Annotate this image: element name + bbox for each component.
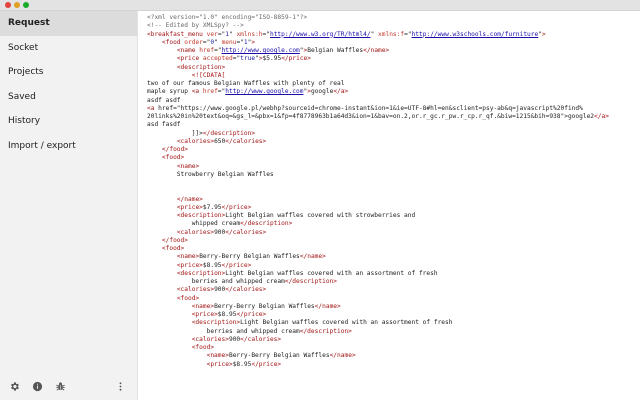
window-maximize-button[interactable]	[23, 2, 29, 8]
code-line: <food>	[161, 154, 185, 162]
code-line: <name>Berry-Berry Belgian Waffles</name>	[191, 302, 341, 310]
code-line: maple syrup <a href="http://www.google.c…	[147, 88, 349, 96]
code-line: </name>	[176, 195, 203, 203]
code-line: <a href="https://www.google.pl/webhp?sou…	[147, 104, 583, 112]
code-line: <name>	[176, 162, 200, 170]
code-line: <food>	[161, 245, 185, 252]
code-line: <price>$8.95</price>	[206, 360, 282, 368]
code-line: <name>Berry-Berry Belgian Waffles</name>	[206, 352, 356, 360]
bug-icon[interactable]	[55, 381, 66, 392]
code-line: <price accepted="true">$5.95</price>	[176, 55, 311, 63]
sidebar-footer	[0, 378, 138, 394]
sidebar-item-import-export[interactable]: Import / export	[0, 134, 137, 159]
sidebar-item-socket[interactable]: Socket	[0, 36, 137, 61]
code-line: <price>$7.95</price>	[176, 203, 252, 211]
code-line: </food>	[161, 146, 188, 153]
code-line: <![CDATA[	[191, 71, 226, 79]
code-line: asd fasdf	[147, 121, 181, 129]
code-line: <description>Light Belgian waffles cover…	[191, 319, 453, 327]
sidebar-item-history[interactable]: History	[0, 109, 137, 134]
gear-icon[interactable]	[9, 381, 20, 392]
code-line: berries and whipped cream</description>	[147, 327, 352, 335]
code-line: <price>$8.95</price>	[176, 261, 252, 269]
window-titlebar	[0, 0, 640, 11]
code-line: <breakfast_menu ver="1" xmlns:h="http://…	[147, 30, 546, 38]
code-line: <food>	[191, 344, 215, 351]
code-line: <price>$8.95</price>	[191, 311, 267, 318]
more-vertical-icon[interactable]	[115, 381, 126, 392]
sidebar-item-projects[interactable]: Projects	[0, 60, 137, 85]
code-line: whipped cream</description>	[147, 220, 293, 228]
sidebar-item-request[interactable]: Request	[0, 11, 137, 36]
code-line: <description>Light Belgian waffles cover…	[176, 212, 416, 219]
code-line: 20links%20in%20text&oq=&gs_l=&pbx=1&fp=4…	[147, 113, 609, 120]
code-line: <food>	[176, 294, 200, 302]
sidebar: Request Socket Projects Saved History Import …	[0, 11, 138, 400]
code-line: asdf asdf	[147, 96, 181, 104]
sidebar-item-saved[interactable]: Saved	[0, 85, 137, 110]
code-line: <calories>900</calories>	[191, 335, 282, 343]
code-line: Strowberry Belgian Waffles	[147, 170, 274, 178]
window-minimize-button[interactable]	[14, 2, 20, 8]
code-line: <!-- Edited by XMLSpy? -->	[147, 22, 244, 30]
code-line: </food>	[161, 236, 188, 244]
sidebar-nav: Request Socket Projects Saved History Import …	[0, 11, 137, 158]
window-close-button[interactable]	[5, 2, 11, 8]
info-icon[interactable]	[32, 381, 43, 392]
code-line: <calories>900</calories>	[176, 228, 267, 236]
code-line: berries and whipped cream</description>	[147, 278, 338, 285]
code-line: <calories>650</calories>	[176, 137, 267, 145]
code-line: <?xml version="1.0" encoding="ISO-8859-1…	[147, 14, 308, 21]
code-line: <description>	[176, 63, 226, 71]
code-line: <name href="http://www.google.com">Belgi…	[176, 47, 390, 54]
code-line: two of our famous Belgian Waffles with p…	[147, 80, 345, 87]
xml-code-view[interactable]: <?xml version="1.0" encoding="ISO-8859-1…	[147, 14, 637, 369]
code-line: <description>Light Belgian waffles cover…	[176, 269, 438, 277]
response-panel: <?xml version="1.0" encoding="ISO-8859-1…	[139, 11, 640, 400]
code-line: ]]></description>	[147, 129, 256, 137]
code-line: <name>Berry-Berry Belgian Waffles</name>	[176, 253, 326, 261]
code-line: <food order="0" menu="1">	[161, 38, 256, 46]
code-line: <calories>900</calories>	[176, 286, 267, 294]
